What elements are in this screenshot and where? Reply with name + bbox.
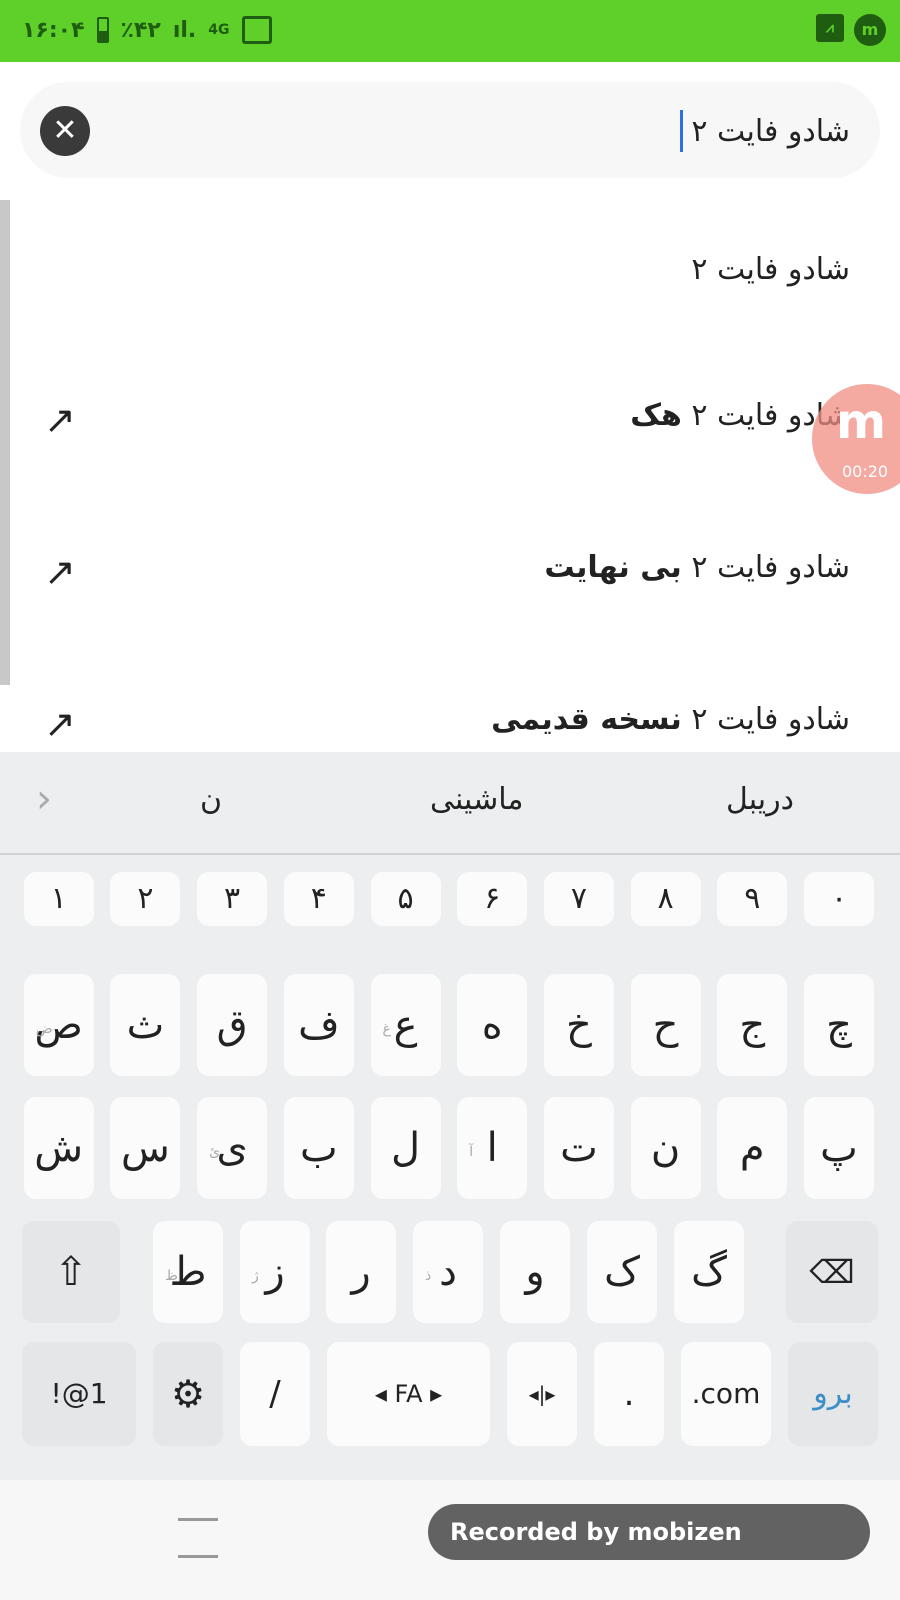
key[interactable]: ۹: [717, 872, 788, 926]
key-hint: ض: [35, 1021, 53, 1037]
key[interactable]: ف: [283, 974, 354, 1076]
cast-icon: [241, 16, 272, 44]
recorded-watermark: Recorded by mobizen: [428, 1504, 870, 1560]
key[interactable]: یئ: [197, 1097, 268, 1199]
shift-icon[interactable]: ⇧: [22, 1221, 120, 1323]
key[interactable]: دذ: [413, 1221, 483, 1323]
key[interactable]: زژ: [240, 1221, 310, 1323]
key[interactable]: و: [500, 1221, 570, 1323]
suggestion-item[interactable]: شادو فایت ۲: [0, 222, 900, 322]
key[interactable]: طظ: [153, 1221, 223, 1323]
key[interactable]: ه: [457, 974, 528, 1076]
mobizen-icon: m: [854, 14, 886, 46]
key[interactable]: ۶: [457, 872, 528, 926]
key[interactable]: عغ: [370, 974, 441, 1076]
key[interactable]: چ: [804, 974, 874, 1076]
key[interactable]: س: [110, 1097, 181, 1199]
search-bar[interactable]: ✕ شادو فایت ۲: [20, 82, 880, 178]
key-hint: آ: [469, 1144, 474, 1160]
signal-icon: ıl.: [172, 17, 197, 43]
navigation-bar: Recorded by mobizen: [0, 1480, 900, 1600]
backspace-icon[interactable]: ⌫: [786, 1221, 878, 1323]
key[interactable]: ل: [370, 1097, 441, 1199]
keyboard: دریبل ماشینی ن ‹ ۰چپ۹جم۸حن۷خت۶هاآ۵عغل۴فب…: [0, 752, 900, 1480]
status-bar: ۱۶:۰۴ ٪۴۲ ıl. 4G ⩘ m: [0, 0, 900, 62]
chevron-left-icon[interactable]: ‹: [36, 776, 52, 822]
network-type: 4G: [208, 22, 230, 38]
language-key[interactable]: ◂ FA ▸: [327, 1342, 490, 1446]
suggestion-item[interactable]: شادو فایت ۲ هک ↗: [0, 368, 900, 468]
key[interactable]: ق: [197, 974, 268, 1076]
search-input[interactable]: شادو فایت ۲: [680, 110, 850, 152]
key[interactable]: ب: [283, 1097, 354, 1199]
key[interactable]: ج: [717, 974, 788, 1076]
key[interactable]: ۵: [370, 872, 441, 926]
settings-icon[interactable]: ⚙: [153, 1342, 223, 1446]
key-hint: ظ: [165, 1268, 178, 1284]
key[interactable]: گ: [674, 1221, 744, 1323]
go-key[interactable]: برو: [788, 1342, 878, 1446]
clear-icon[interactable]: ✕: [40, 106, 90, 156]
key[interactable]: ن: [630, 1097, 701, 1199]
symbols-key[interactable]: !@1: [22, 1342, 136, 1446]
slash-key[interactable]: /: [240, 1342, 310, 1446]
word-suggestion[interactable]: ن: [200, 782, 222, 817]
key[interactable]: پ: [804, 1097, 874, 1199]
key[interactable]: ث: [110, 974, 181, 1076]
key[interactable]: م: [717, 1097, 788, 1199]
text-caret: [680, 110, 684, 152]
key[interactable]: ۲: [110, 872, 181, 926]
key[interactable]: اآ: [457, 1097, 528, 1199]
word-suggestion[interactable]: ماشینی: [430, 782, 523, 817]
key[interactable]: ت: [543, 1097, 614, 1199]
key[interactable]: ک: [587, 1221, 657, 1323]
cursor-key[interactable]: ◂|▸: [507, 1342, 577, 1446]
key[interactable]: ۱: [23, 872, 94, 926]
key[interactable]: ۴: [283, 872, 354, 926]
suggestion-strip: دریبل ماشینی ن ‹: [0, 752, 900, 855]
activity-icon: ⩘: [816, 14, 844, 42]
key[interactable]: ۸: [630, 872, 701, 926]
arrow-up-left-icon[interactable]: ↗: [44, 702, 76, 746]
key[interactable]: ۰: [804, 872, 874, 926]
dotcom-key[interactable]: .com: [681, 1342, 771, 1446]
key-hint: غ: [382, 1021, 391, 1037]
key[interactable]: ۷: [543, 872, 614, 926]
battery-percent: ٪۴۲: [120, 17, 161, 43]
key[interactable]: ۳: [197, 872, 268, 926]
key-hint: ذ: [425, 1268, 432, 1284]
arrow-up-left-icon[interactable]: ↗: [44, 550, 76, 594]
key[interactable]: ح: [630, 974, 701, 1076]
key-hint: ژ: [252, 1268, 259, 1284]
word-suggestion[interactable]: دریبل: [726, 782, 794, 817]
key[interactable]: صض: [23, 974, 94, 1076]
key-hint: ئ: [209, 1144, 221, 1160]
key[interactable]: ر: [326, 1221, 396, 1323]
suggestion-item[interactable]: شادو فایت ۲ بی نهایت ↗: [0, 520, 900, 620]
battery-icon: [96, 17, 109, 43]
key[interactable]: خ: [543, 974, 614, 1076]
arrow-up-left-icon[interactable]: ↗: [44, 398, 76, 442]
clock: ۱۶:۰۴: [22, 17, 85, 43]
key[interactable]: ش: [23, 1097, 94, 1199]
period-key[interactable]: .: [594, 1342, 664, 1446]
recent-apps-icon[interactable]: [178, 1518, 218, 1558]
